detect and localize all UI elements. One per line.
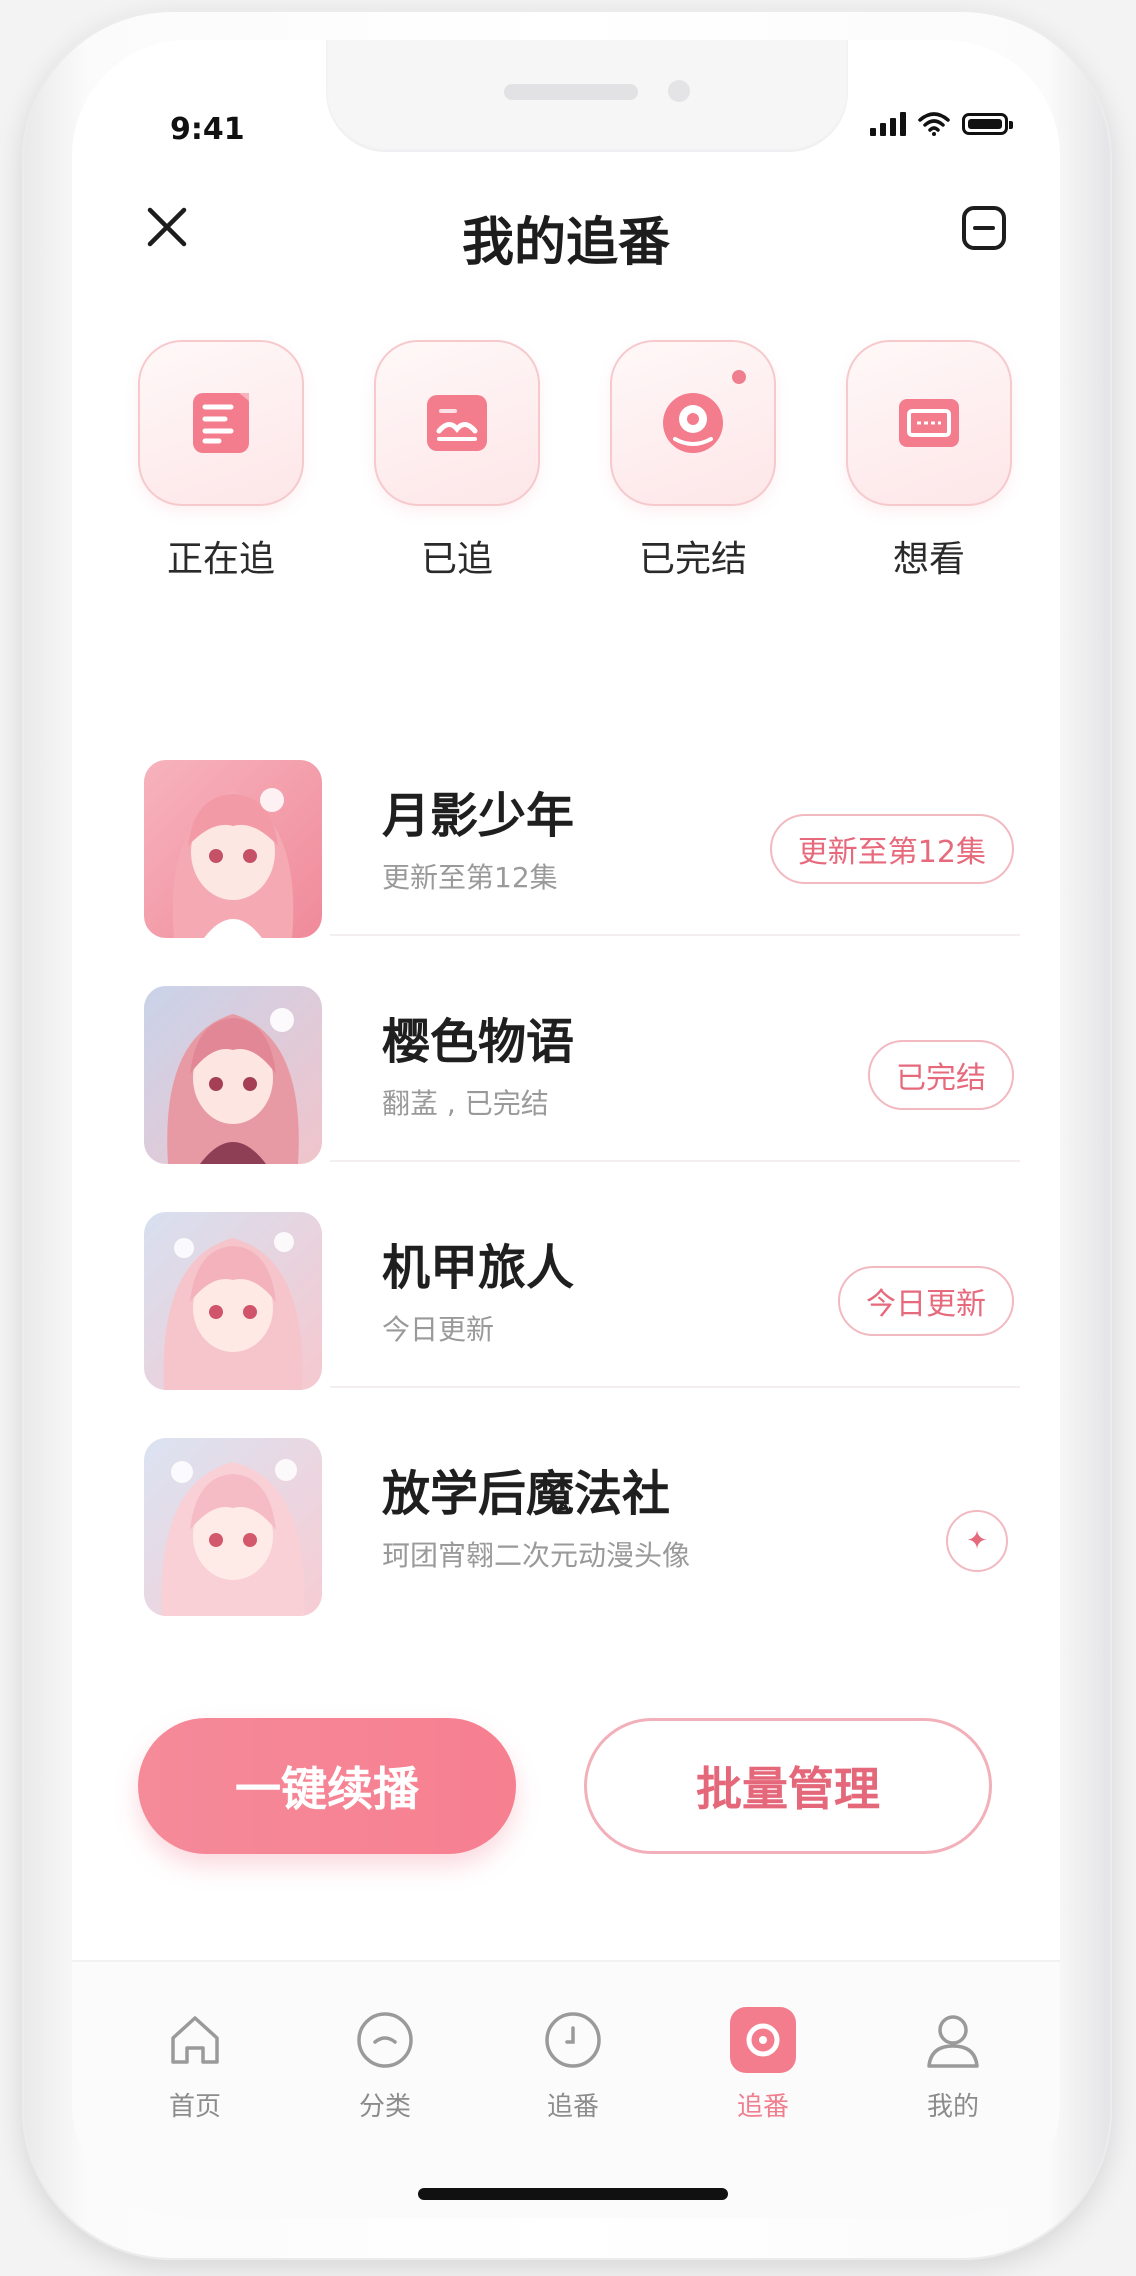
anime-cover-thumbnail — [144, 986, 322, 1164]
signal-icon — [870, 112, 906, 136]
list-item[interactable]: 机甲旅人 今日更新 今日更新 — [120, 1162, 1020, 1390]
show-title: 月影少年 — [382, 788, 575, 844]
batch-manage-button[interactable]: 批量管理 — [584, 1718, 992, 1854]
tab-category[interactable]: 分类 — [320, 2004, 450, 2123]
list-item[interactable]: 月影少年 更新至第12集 更新至第12集 — [120, 710, 1020, 938]
category-tile — [846, 340, 1012, 506]
category-watching[interactable]: 正在追 — [136, 340, 306, 582]
anime-cover-thumbnail — [144, 1438, 322, 1616]
status-time: 9:41 — [170, 112, 245, 147]
category-label: 已完结 — [638, 539, 747, 580]
continue-play-button[interactable]: 一键续播 — [138, 1718, 516, 1854]
category-icon — [349, 2004, 421, 2076]
tab-tracking-active[interactable]: 追番 — [698, 2004, 828, 2123]
favorite-button[interactable]: ✦ — [946, 1510, 1008, 1572]
anime-cover-thumbnail — [144, 1212, 322, 1390]
book-icon — [427, 395, 487, 451]
bottom-tab-bar: 首页 分类 追番 追番 我的 — [72, 1960, 1060, 2218]
app-screen: 9:41 我的追番 正在追 已追 已完结 想看 月影少年 更新至第12集 更新至… — [72, 40, 1060, 2218]
category-tile — [138, 340, 304, 506]
tab-label: 分类 — [358, 2092, 411, 2122]
profile-icon — [917, 2004, 989, 2076]
clock-icon — [537, 2004, 609, 2076]
show-status: 翻䓝 , 已完结 — [382, 1087, 549, 1120]
tracking-icon — [727, 2004, 799, 2076]
show-status: 更新至第12集 — [382, 861, 558, 894]
completed-badge[interactable]: 已完结 — [868, 1040, 1014, 1110]
update-badge[interactable]: 更新至第12集 — [769, 814, 1014, 884]
show-title: 放学后魔法社 — [382, 1466, 671, 1522]
status-icons — [870, 112, 1013, 136]
page-title: 我的追番 — [461, 213, 670, 273]
notch — [326, 40, 848, 152]
category-followed[interactable]: 已追 — [372, 340, 542, 582]
menu-icon — [962, 206, 1006, 250]
tab-label: 首页 — [168, 2092, 221, 2122]
category-tile — [610, 340, 776, 506]
note-icon — [193, 393, 249, 453]
notification-dot — [732, 370, 746, 384]
list-item[interactable]: 放学后魔法社 珂团宵翱二次元动漫头像 ✦ — [120, 1388, 1020, 1616]
disc-icon — [663, 393, 723, 453]
more-menu-button[interactable] — [960, 204, 1008, 252]
tab-home[interactable]: 首页 — [130, 2004, 260, 2123]
battery-icon — [962, 113, 1013, 135]
show-title: 机甲旅人 — [382, 1240, 575, 1296]
category-label: 已追 — [420, 539, 493, 580]
home-indicator[interactable] — [418, 2188, 728, 2200]
sparkle-icon: ✦ — [966, 1526, 988, 1556]
today-update-badge[interactable]: 今日更新 — [838, 1266, 1014, 1336]
tab-label: 追番 — [546, 2092, 599, 2122]
show-status: 珂团宵翱二次元动漫头像 — [382, 1539, 691, 1572]
tab-label: 我的 — [926, 2092, 979, 2122]
wifi-icon — [918, 112, 950, 136]
phone-frame: 9:41 我的追番 正在追 已追 已完结 想看 月影少年 更新至第12集 更新至… — [22, 10, 1112, 2260]
category-label: 想看 — [892, 539, 965, 580]
list-item[interactable]: 樱色物语 翻䓝 , 已完结 已完结 — [120, 936, 1020, 1164]
front-camera — [668, 80, 690, 102]
anime-cover-thumbnail — [144, 760, 322, 938]
home-icon — [159, 2004, 231, 2076]
ticket-icon — [899, 399, 959, 447]
tab-follow[interactable]: 追番 — [508, 2004, 638, 2123]
category-label: 正在追 — [166, 539, 275, 580]
category-tile — [374, 340, 540, 506]
show-title: 樱色物语 — [382, 1014, 575, 1070]
speaker — [504, 84, 638, 100]
show-status: 今日更新 — [382, 1313, 495, 1346]
battery-fill — [968, 119, 1002, 129]
category-completed[interactable]: 已完结 — [608, 340, 778, 582]
tab-profile[interactable]: 我的 — [888, 2004, 1018, 2123]
category-wishlist[interactable]: 想看 — [844, 340, 1014, 582]
tab-label: 追番 — [736, 2092, 789, 2122]
